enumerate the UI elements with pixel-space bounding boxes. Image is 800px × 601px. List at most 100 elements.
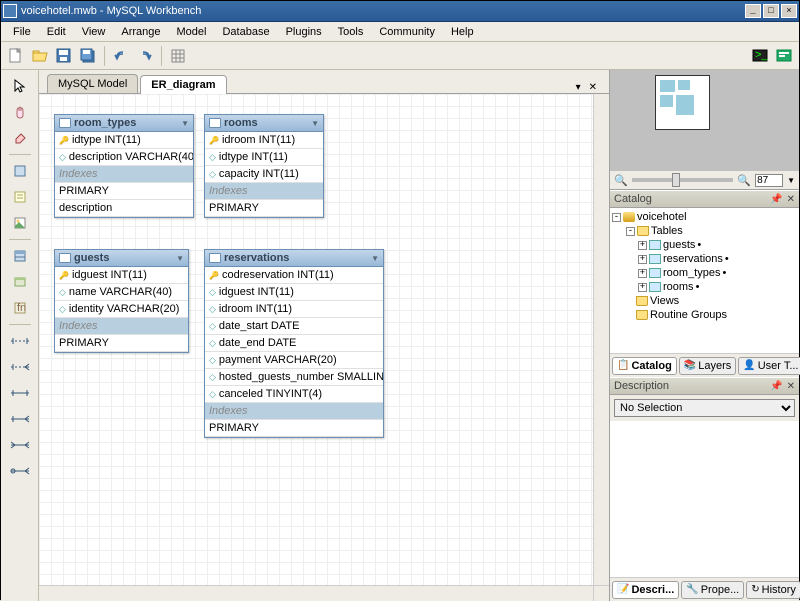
column: capacity INT(11) [205, 166, 323, 183]
hand-tool[interactable] [7, 100, 33, 124]
menu-database[interactable]: Database [214, 24, 277, 40]
tree-db: -voicehotel [612, 210, 797, 224]
diagram-canvas[interactable]: room_types▼ idtype INT(11) description V… [39, 94, 609, 601]
catalog-tab-user[interactable]: 👤 User T... [738, 357, 800, 375]
close-panel-icon[interactable]: ✕ [787, 194, 795, 205]
save-all-button[interactable] [77, 45, 99, 67]
column: idtype INT(11) [55, 132, 193, 149]
description-title: Description [614, 380, 669, 392]
column: name VARCHAR(40) [55, 284, 188, 301]
minimize-button[interactable]: _ [745, 4, 761, 18]
description-tabs: 📝 Descri... 🔧 Prope... ↻ History [610, 577, 799, 601]
undo-button[interactable] [110, 45, 132, 67]
menu-plugins[interactable]: Plugins [278, 24, 330, 40]
save-button[interactable] [53, 45, 75, 67]
column: hosted_guests_number SMALLINT(6) [205, 369, 383, 386]
rel-1-1-nonid-tool[interactable] [7, 329, 33, 353]
terminal-button[interactable]: >_ [749, 45, 771, 67]
pin-icon[interactable]: 📌 [770, 381, 782, 392]
table-rooms[interactable]: rooms▼ idroom INT(11) idtype INT(11) cap… [204, 114, 324, 218]
catalog-header: Catalog 📌 ✕ [610, 190, 799, 208]
table-guests[interactable]: guests▼ idguest INT(11) name VARCHAR(40)… [54, 249, 189, 353]
desc-tab-properties[interactable]: 🔧 Prope... [681, 581, 744, 599]
description-selector[interactable]: No Selection [614, 399, 795, 417]
tab-close[interactable]: ✕ [585, 82, 601, 93]
table-reservations[interactable]: reservations▼ codreservation INT(11) idg… [204, 249, 384, 438]
rel-1-n-id-tool[interactable] [7, 407, 33, 431]
note-tool[interactable] [7, 185, 33, 209]
tree-views: Views [612, 294, 797, 308]
zoom-dropdown[interactable]: ▼ [787, 176, 795, 185]
tab-er-diagram[interactable]: ER_diagram [140, 75, 226, 94]
open-file-button[interactable] [29, 45, 51, 67]
menu-file[interactable]: File [5, 24, 39, 40]
layer-tool[interactable] [7, 159, 33, 183]
column: description VARCHAR(40) [55, 149, 193, 166]
indexes-header: Indexes [205, 403, 383, 420]
tab-dropdown[interactable]: ▾ [572, 82, 585, 93]
rel-existing-tool[interactable] [7, 459, 33, 483]
menubar: File Edit View Arrange Model Database Pl… [1, 22, 799, 42]
menu-model[interactable]: Model [169, 24, 215, 40]
navigator-view[interactable] [610, 70, 799, 171]
column: date_start DATE [205, 318, 383, 335]
column: identity VARCHAR(20) [55, 301, 188, 318]
menu-edit[interactable]: Edit [39, 24, 74, 40]
column: canceled TINYINT(4) [205, 386, 383, 403]
maximize-button[interactable]: □ [763, 4, 779, 18]
pin-icon[interactable]: 📌 [770, 194, 782, 205]
rel-1-n-nonid-tool[interactable] [7, 355, 33, 379]
desc-tab-description[interactable]: 📝 Descri... [612, 581, 679, 599]
close-panel-icon[interactable]: ✕ [787, 381, 795, 392]
zoom-out-icon[interactable]: 🔍 [614, 174, 628, 187]
catalog-tabs: 📋 Catalog 📚 Layers 👤 User T... [610, 353, 799, 377]
description-body[interactable] [610, 421, 799, 577]
scrollbar-horizontal[interactable] [39, 585, 593, 601]
indexes-header: Indexes [205, 183, 323, 200]
image-tool[interactable] [7, 211, 33, 235]
redo-button[interactable] [134, 45, 156, 67]
menu-tools[interactable]: Tools [330, 24, 372, 40]
new-file-button[interactable] [5, 45, 27, 67]
rel-1-1-id-tool[interactable] [7, 381, 33, 405]
zoom-in-icon[interactable]: 🔍 [737, 174, 751, 187]
table-title: room_types [74, 117, 136, 129]
routine-tool[interactable]: fn [7, 296, 33, 320]
table-tool[interactable] [7, 244, 33, 268]
grid-toggle-button[interactable] [167, 45, 189, 67]
scrollbar-vertical[interactable] [593, 94, 609, 585]
pointer-tool[interactable] [7, 74, 33, 98]
navigator: 🔍 🔍 ▼ [610, 70, 799, 190]
catalog-tab-layers[interactable]: 📚 Layers [679, 357, 736, 375]
rel-n-m-tool[interactable] [7, 433, 33, 457]
svg-text:>_: >_ [755, 49, 768, 61]
tree-table-item: +room_types • [612, 266, 797, 280]
main-toolbar: >_ [1, 42, 799, 70]
menu-help[interactable]: Help [443, 24, 482, 40]
menu-arrange[interactable]: Arrange [113, 24, 168, 40]
close-button[interactable]: × [781, 4, 797, 18]
index: PRIMARY [205, 420, 383, 437]
menu-community[interactable]: Community [371, 24, 443, 40]
catalog-tab-catalog[interactable]: 📋 Catalog [612, 357, 677, 375]
desc-tab-history[interactable]: ↻ History [746, 581, 800, 599]
zoom-input[interactable] [755, 174, 783, 187]
zoom-controls: 🔍 🔍 ▼ [610, 171, 799, 189]
output-button[interactable] [773, 45, 795, 67]
tree-tables: -Tables [612, 224, 797, 238]
menu-view[interactable]: View [74, 24, 114, 40]
index: PRIMARY [55, 183, 193, 200]
index: PRIMARY [55, 335, 188, 352]
table-room-types[interactable]: room_types▼ idtype INT(11) description V… [54, 114, 194, 218]
indexes-header: Indexes [55, 318, 188, 335]
catalog-title: Catalog [614, 193, 652, 205]
eraser-tool[interactable] [7, 126, 33, 150]
tab-mysql-model[interactable]: MySQL Model [47, 74, 138, 93]
titlebar: voicehotel.mwb - MySQL Workbench _ □ × [1, 1, 799, 22]
view-tool[interactable] [7, 270, 33, 294]
zoom-slider[interactable] [632, 178, 734, 182]
tree-routines: Routine Groups [612, 308, 797, 322]
catalog-tree[interactable]: -voicehotel -Tables +guests • +reservati… [610, 208, 799, 353]
column: payment VARCHAR(20) [205, 352, 383, 369]
table-title: reservations [224, 252, 289, 264]
